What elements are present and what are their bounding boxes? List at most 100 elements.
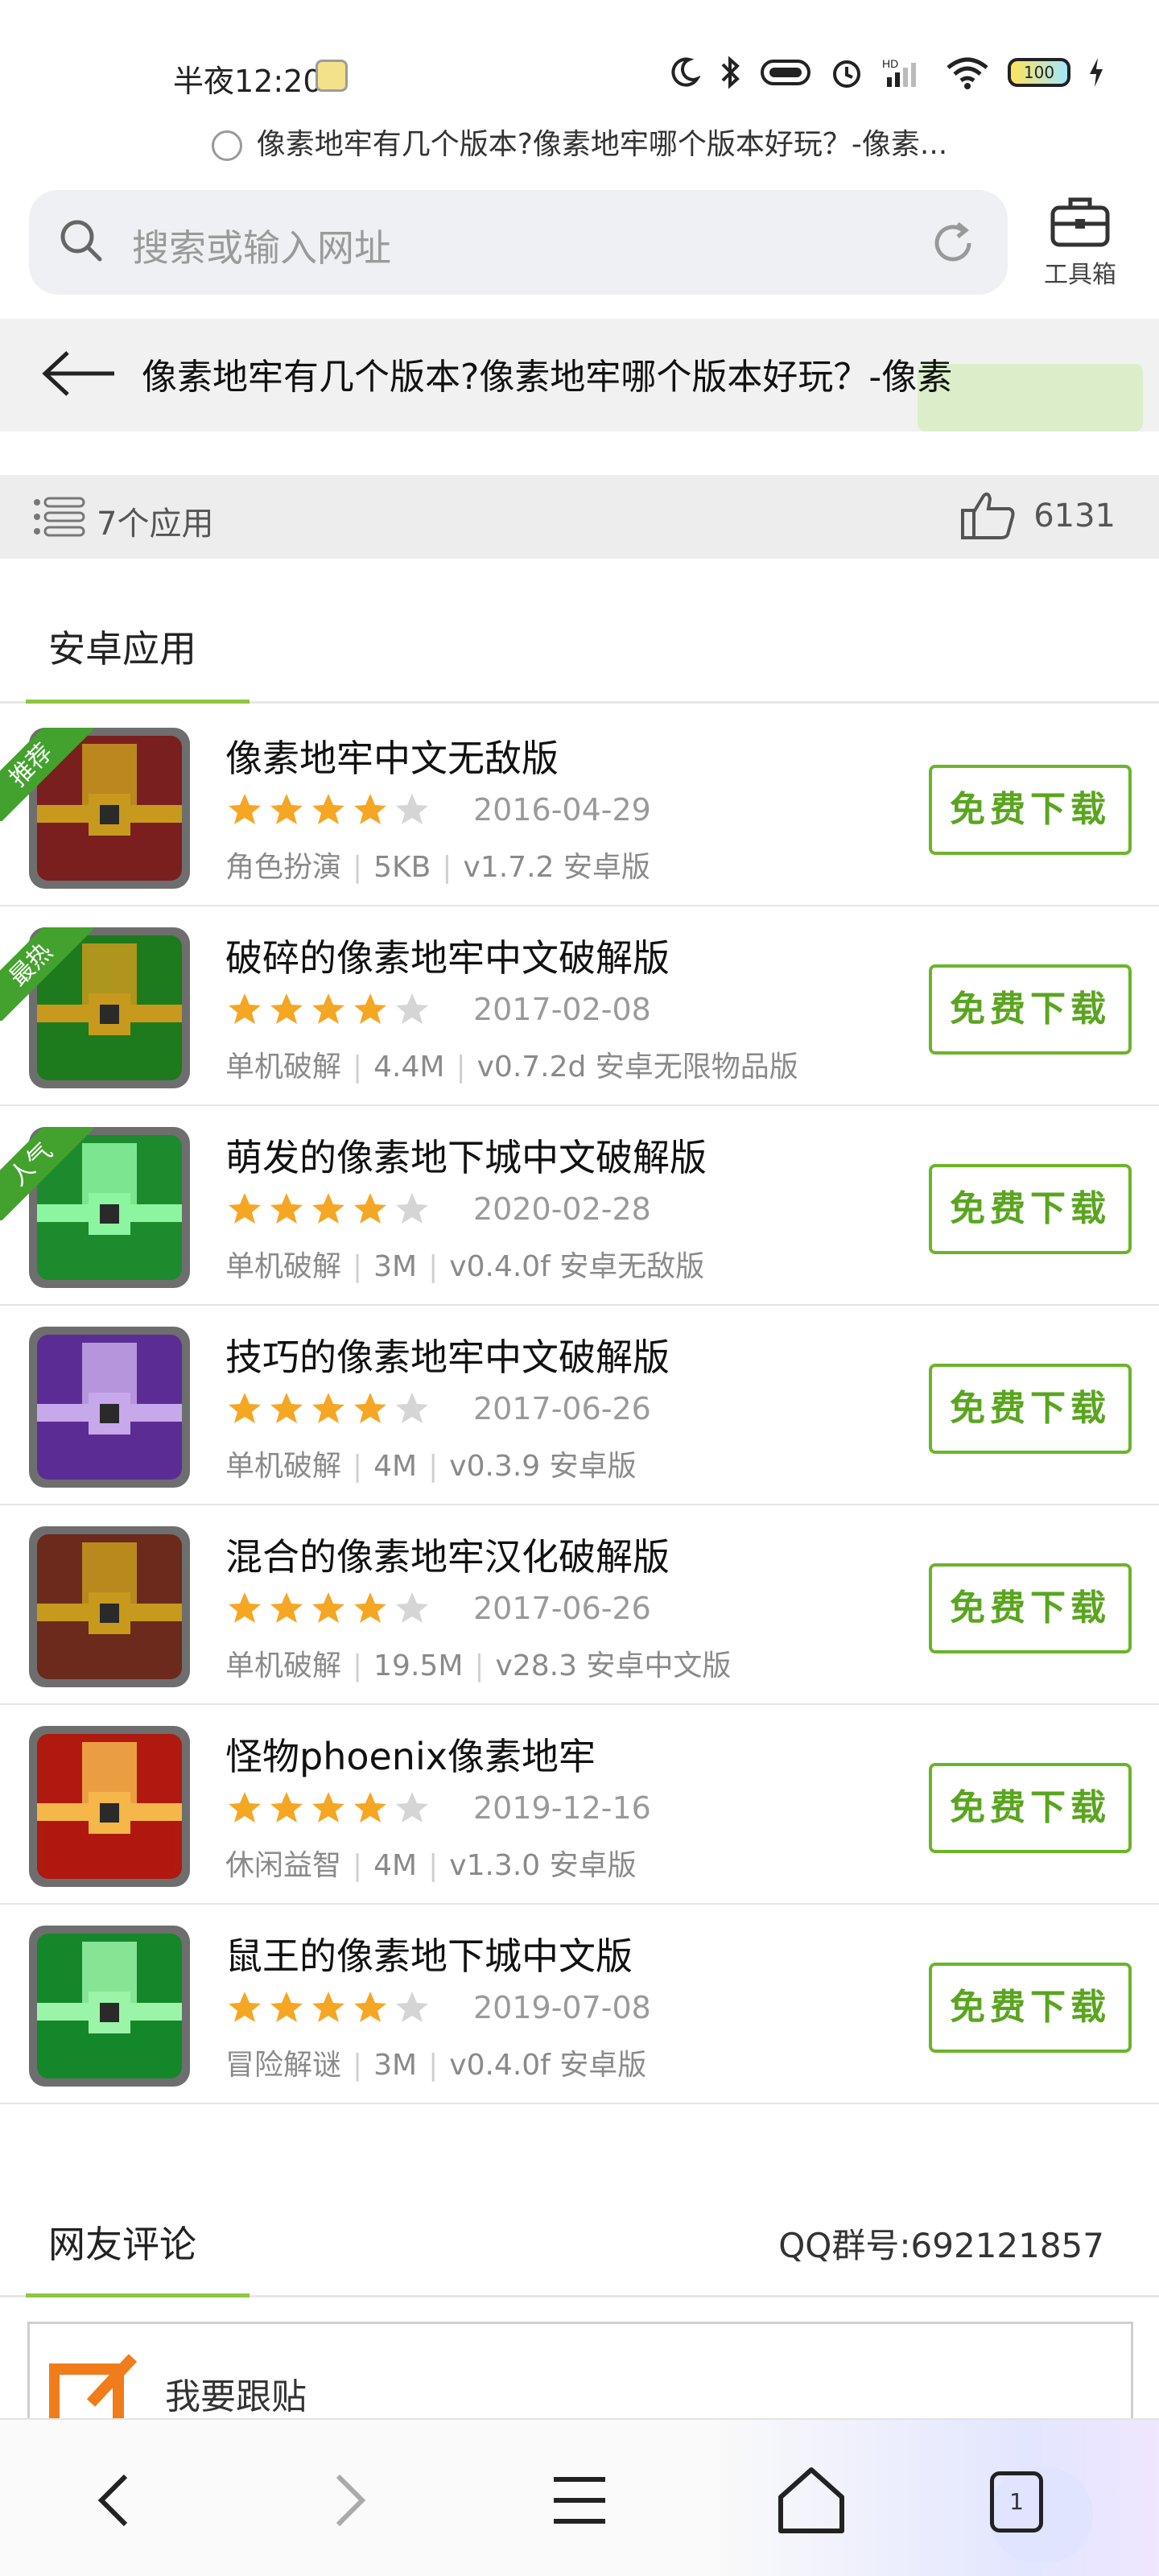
globe-icon [211,130,242,161]
charging-icon [1090,58,1103,87]
star-icon [354,993,386,1024]
app-category: 单机破解 [225,1450,342,1483]
star-icon [229,1792,261,1823]
app-icon[interactable] [29,1327,190,1488]
app-name[interactable]: 破碎的像素地牢中文破解版 [225,929,670,982]
menu-icon[interactable] [541,2462,618,2539]
app-row[interactable]: 推荐 像素地牢中文无敌版 2016-04-29 角色扮演 | 5KB | v1.7.2 … [0,707,1159,906]
star-icon [312,1992,344,2022]
star-icon [312,1592,344,1623]
comments-title[interactable]: 网友评论 [48,2215,196,2268]
app-version: v1.7.2 安卓版 [463,851,650,884]
star-icon [312,1792,344,1823]
star-icon [354,1193,386,1224]
app-meta: 单机破解 | 19.5M | v28.3 安卓中文版 [225,1649,732,1682]
app-version: v1.3.0 安卓版 [449,1849,637,1882]
star-icon [312,1393,344,1423]
bluetooth-icon [721,56,740,89]
app-date: 2020-02-28 [473,1191,651,1227]
page-header: 像素地牢有几个版本?像素地牢哪个版本好玩？-像素 [0,319,1159,431]
search-input[interactable]: 搜索或输入网址 [132,219,391,272]
download-button[interactable]: 免费下载 [929,1563,1132,1653]
app-row[interactable]: 技巧的像素地牢中文破解版 2017-06-26 单机破解 | 4M | v0.3.9 安… [0,1306,1159,1505]
download-button[interactable]: 免费下载 [929,765,1132,855]
toolbox-button[interactable]: 工具箱 [1024,190,1136,295]
app-icon[interactable] [29,1526,190,1687]
app-meta: 冒险解谜 | 3M | v0.4.0f 安卓版 [225,2049,647,2082]
star-icon [270,1792,303,1823]
tab-android-apps[interactable]: 安卓应用 [48,620,196,673]
app-category: 单机破解 [225,1649,342,1682]
info-row: 7个应用 6131 [0,475,1159,559]
app-size: 3M [373,1250,418,1283]
home-icon[interactable] [773,2462,850,2539]
search-bar[interactable]: 搜索或输入网址 [29,190,1008,295]
tabs-button[interactable]: 1 [990,2471,1043,2533]
app-meta: 单机破解 | 4M | v0.3.9 安卓版 [225,1450,637,1483]
star-icon [229,1592,261,1623]
star-icon [396,1193,428,1224]
app-icon[interactable] [29,1926,190,2087]
back-icon[interactable] [77,2462,155,2539]
star-icon [354,1592,386,1623]
app-row[interactable]: 混合的像素地牢汉化破解版 2017-06-26 单机破解 | 19.5M | v28.3… [0,1505,1159,1705]
app-icon[interactable] [29,1726,190,1887]
star-icon [312,794,344,824]
app-row[interactable]: 鼠王的像素地下城中文版 2019-07-08 冒险解谜 | 3M | v0.4.0f 安… [0,1905,1159,2104]
app-name[interactable]: 技巧的像素地牢中文破解版 [225,1328,670,1381]
download-button[interactable]: 免费下载 [929,1164,1132,1254]
star-icon [270,1393,303,1423]
back-arrow-icon[interactable] [40,348,118,399]
app-size: 4.4M [373,1051,445,1084]
rating-stars [225,1190,431,1228]
app-meta: 单机破解 | 3M | v0.4.0f 安卓无敌版 [225,1250,705,1283]
star-icon [312,993,344,1024]
app-version: v0.4.0f 安卓无敌版 [449,1250,705,1283]
star-icon [229,1393,261,1423]
app-name[interactable]: 萌发的像素地下城中文破解版 [225,1129,707,1182]
status-bar: 半夜12:20 HD 100 像素地牢有几个版本?像素地牢哪个版本好玩？-像素.… [0,0,1159,161]
app-version: v0.3.9 安卓版 [449,1450,637,1483]
app-row[interactable]: 最热 破碎的像素地牢中文破解版 2017-02-08 单机破解 | 4.4M | v0.… [0,906,1159,1106]
refresh-icon[interactable] [927,217,979,269]
star-icon [396,1792,428,1823]
star-icon [396,1393,428,1423]
comments-header: 网友评论 QQ群号:692121857 [0,2174,1159,2297]
list-icon [34,497,85,537]
app-name[interactable]: 像素地牢中文无敌版 [225,729,559,782]
download-button[interactable]: 免费下载 [929,964,1132,1055]
app-date: 2017-06-26 [473,1391,651,1426]
app-name[interactable]: 鼠王的像素地下城中文版 [225,1927,633,1980]
moon-icon [671,57,700,87]
star-icon [396,794,428,824]
app-date: 2017-02-08 [473,992,651,1027]
download-button[interactable]: 免费下载 [929,1364,1132,1454]
status-icons: HD 100 [668,55,1104,90]
app-name[interactable]: 怪物phoenix像素地牢 [225,1728,596,1781]
thumbs-up-icon[interactable] [959,489,1017,541]
app-date: 2017-06-26 [473,1591,651,1626]
download-button[interactable]: 免费下载 [929,1963,1132,2053]
search-icon [60,220,102,262]
forward-icon[interactable] [309,2462,386,2539]
qq-group-number: QQ群号:692121857 [778,2226,1104,2265]
star-icon [354,1792,386,1823]
star-icon [270,794,303,824]
page-title: 像素地牢有几个版本?像素地牢哪个版本好玩？-像素 [142,357,953,398]
toolbox-icon [1050,197,1110,247]
post-reply-box[interactable]: 我要跟贴 [27,2322,1133,2438]
rating-stars [225,990,431,1029]
nfc-icon [761,60,810,85]
status-time: 半夜12:20 [173,64,323,99]
app-list: 推荐 像素地牢中文无敌版 2016-04-29 角色扮演 | 5KB | v1.7.2 … [0,707,1159,2104]
app-version: v0.4.0f 安卓版 [449,2049,647,2082]
wifi-icon [947,57,988,89]
app-row[interactable]: 怪物phoenix像素地牢 2019-12-16 休闲益智 | 4M | v1.3.0 … [0,1705,1159,1905]
app-name[interactable]: 混合的像素地牢汉化破解版 [225,1528,670,1581]
comments-underline [26,2293,250,2297]
app-size: 5KB [373,851,431,884]
app-date: 2019-07-08 [473,1990,651,2025]
download-button[interactable]: 免费下载 [929,1763,1132,1853]
app-badge: 最热 [0,927,93,1021]
app-row[interactable]: 人气 萌发的像素地下城中文破解版 2020-02-28 单机破解 | 3M | v0.4… [0,1106,1159,1306]
